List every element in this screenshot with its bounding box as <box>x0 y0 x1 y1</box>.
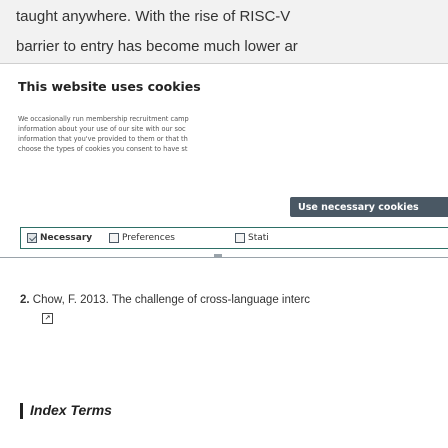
option-statistics[interactable]: Stati <box>235 231 269 245</box>
reference-text: Chow, F. 2013. The challenge of cross-la… <box>32 294 311 306</box>
cookie-consent-panel: This website uses cookies We occasionall… <box>0 64 448 258</box>
index-terms-title: Index Terms <box>30 402 112 418</box>
reference-item: 2. Chow, F. 2013. The challenge of cross… <box>20 294 310 306</box>
checkbox-preferences[interactable] <box>109 233 119 243</box>
divider <box>0 257 448 258</box>
option-label: Stati <box>248 233 269 243</box>
checkbox-necessary[interactable] <box>27 233 37 243</box>
cookie-panel-title: This website uses cookies <box>18 79 201 94</box>
checkbox-statistics[interactable] <box>235 233 245 243</box>
option-label: Preferences <box>122 233 175 243</box>
option-label: Necessary <box>40 233 93 243</box>
article-paragraph: taught anywhere. With the rise of RISC-V… <box>0 0 448 64</box>
description-line: choose the types of cookies you consent … <box>18 145 188 153</box>
reference-number: 2. <box>20 294 30 306</box>
description-line: information about your use of our site w… <box>18 125 186 133</box>
divider-notch <box>214 254 222 257</box>
option-preferences[interactable]: Preferences <box>109 231 175 245</box>
option-necessary[interactable]: Necessary <box>27 231 92 245</box>
cookie-panel-description: We occasionally run membership recruitme… <box>18 114 448 154</box>
heading-bar <box>20 403 23 419</box>
paragraph-line: barrier to entry has become much lower a… <box>16 38 298 55</box>
description-line: We occasionally run membership recruitme… <box>18 115 189 123</box>
cookie-options-group: Necessary Preferences Stati <box>20 227 448 249</box>
use-necessary-cookies-button[interactable]: Use necessary cookies <box>290 197 448 217</box>
description-line: information that you've provided to them… <box>18 135 188 143</box>
paragraph-line: taught anywhere. With the rise of RISC-V <box>16 8 291 25</box>
external-reference-icon[interactable]: ↗ <box>42 313 53 324</box>
